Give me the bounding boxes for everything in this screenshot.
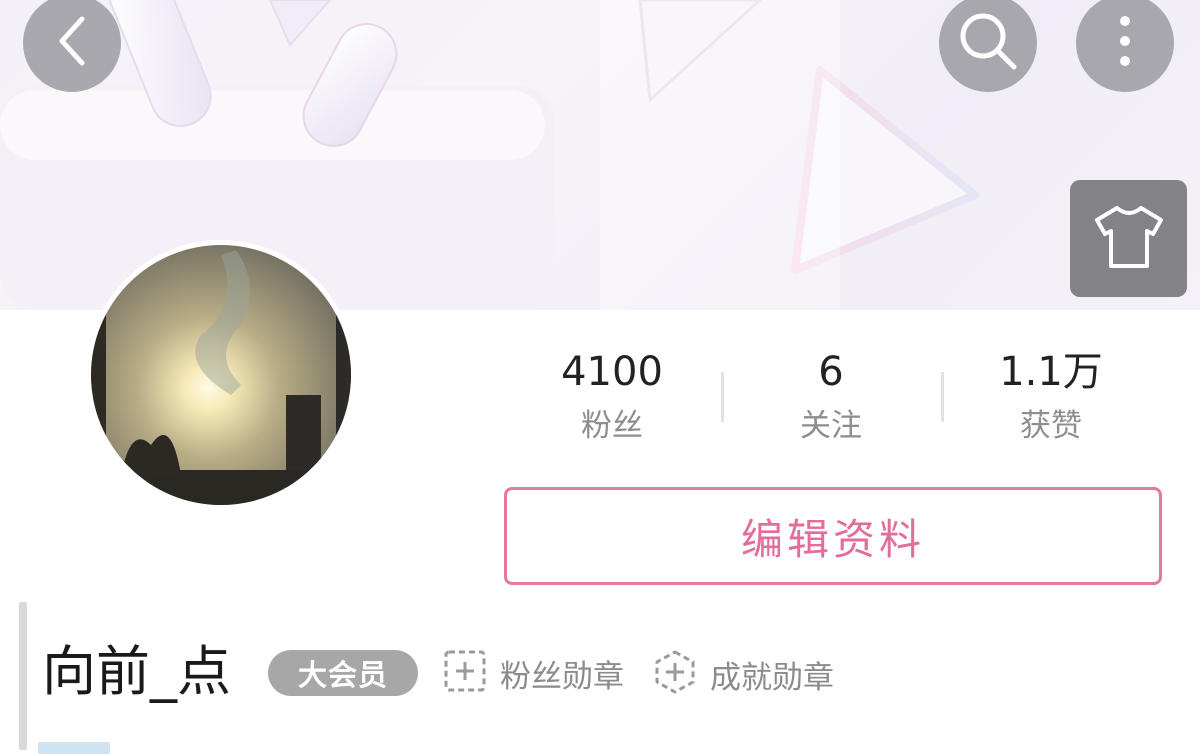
fan-medal-label: 粉丝勋章 — [500, 658, 624, 695]
fans-count: 4100 — [561, 349, 663, 395]
stat-divider — [941, 372, 944, 422]
fan-medal-button[interactable]: 粉丝勋章 — [444, 650, 624, 696]
following-count: 6 — [818, 349, 844, 395]
chevron-left-icon — [50, 11, 94, 75]
dress-up-button[interactable] — [1070, 180, 1187, 297]
following-stat[interactable]: 6 关注 — [731, 345, 931, 449]
tshirt-icon — [1091, 202, 1167, 276]
fan-medal-icon — [444, 650, 486, 696]
likes-label: 获赞 — [1020, 408, 1082, 444]
edit-profile-button[interactable]: 编辑资料 — [504, 487, 1162, 585]
username: 向前_点 — [42, 640, 231, 703]
likes-stat[interactable]: 1.1万 获赞 — [951, 345, 1151, 449]
achievement-medal-button[interactable]: 成就勋章 — [654, 650, 834, 698]
next-section-peek — [38, 742, 110, 754]
fans-label: 粉丝 — [581, 408, 643, 444]
following-label: 关注 — [800, 408, 862, 444]
achievement-medal-label: 成就勋章 — [710, 659, 834, 696]
search-icon — [956, 9, 1020, 77]
likes-count: 1.1万 — [999, 349, 1103, 395]
achievement-medal-icon — [654, 650, 696, 698]
more-vertical-icon — [1115, 11, 1135, 75]
avatar[interactable] — [86, 240, 356, 510]
stat-divider — [721, 372, 724, 422]
scroll-indicator — [19, 602, 27, 750]
fans-stat[interactable]: 4100 粉丝 — [512, 345, 712, 449]
vip-badge[interactable]: 大会员 — [268, 650, 418, 696]
